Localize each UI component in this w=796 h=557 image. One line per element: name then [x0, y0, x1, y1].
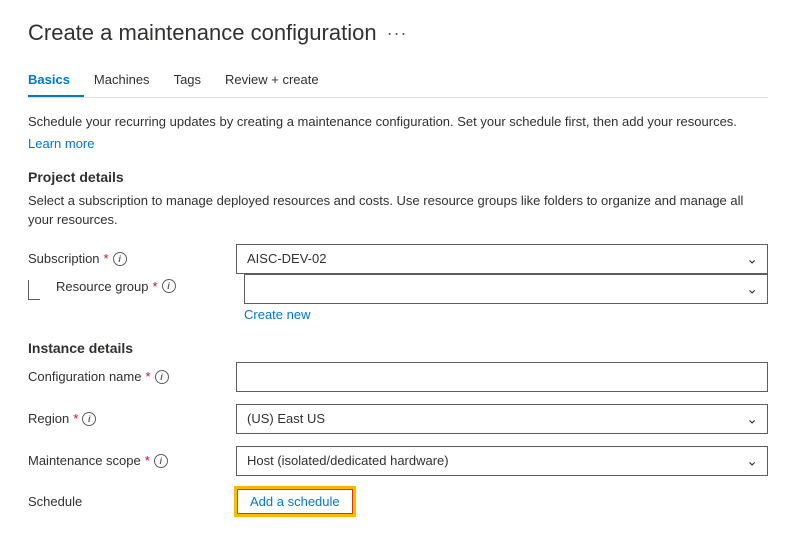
- subscription-select-wrapper: AISC-DEV-02: [236, 244, 768, 274]
- basics-description: Schedule your recurring updates by creat…: [28, 112, 768, 132]
- maintenance-scope-row: Maintenance scope * i Host (isolated/ded…: [28, 446, 768, 476]
- learn-more-link[interactable]: Learn more: [28, 136, 94, 151]
- subscription-label-col: Subscription * i: [28, 251, 228, 266]
- configuration-name-input[interactable]: [236, 362, 768, 392]
- project-details-title: Project details: [28, 169, 768, 185]
- resource-group-select-wrapper: [244, 274, 768, 304]
- schedule-label-col: Schedule: [28, 494, 228, 509]
- schedule-button-col: Add a schedule: [236, 488, 354, 515]
- ellipsis-menu-icon[interactable]: ···: [387, 23, 408, 44]
- page-title: Create a maintenance configuration: [28, 20, 377, 46]
- indent-line: [28, 280, 40, 300]
- configuration-name-control: [236, 362, 768, 392]
- configuration-name-info-icon[interactable]: i: [155, 370, 169, 384]
- subscription-required: *: [104, 251, 109, 266]
- maintenance-scope-label-col: Maintenance scope * i: [28, 453, 228, 468]
- resource-group-label: Resource group: [56, 279, 149, 294]
- maintenance-scope-required: *: [145, 453, 150, 468]
- region-label-col: Region * i: [28, 411, 228, 426]
- resource-group-indent: [28, 274, 48, 300]
- resource-group-required: *: [153, 279, 158, 294]
- resource-group-label-col: Resource group * i: [56, 274, 236, 294]
- region-control: (US) East US: [236, 404, 768, 434]
- instance-details-title: Instance details: [28, 340, 768, 356]
- create-new-link[interactable]: Create new: [244, 307, 768, 322]
- tab-bar: Basics Machines Tags Review + create: [28, 64, 768, 98]
- schedule-label: Schedule: [28, 494, 82, 509]
- configuration-name-row: Configuration name * i: [28, 362, 768, 392]
- subscription-row: Subscription * i AISC-DEV-02: [28, 244, 768, 274]
- resource-group-select[interactable]: [244, 274, 768, 304]
- subscription-label: Subscription: [28, 251, 100, 266]
- tab-review-create[interactable]: Review + create: [225, 64, 333, 97]
- project-details-description: Select a subscription to manage deployed…: [28, 191, 768, 230]
- maintenance-scope-label: Maintenance scope: [28, 453, 141, 468]
- schedule-row: Schedule Add a schedule: [28, 488, 768, 515]
- region-label: Region: [28, 411, 69, 426]
- maintenance-scope-control: Host (isolated/dedicated hardware): [236, 446, 768, 476]
- region-row: Region * i (US) East US: [28, 404, 768, 434]
- tab-machines[interactable]: Machines: [94, 64, 164, 97]
- maintenance-scope-select[interactable]: Host (isolated/dedicated hardware): [236, 446, 768, 476]
- tab-basics[interactable]: Basics: [28, 64, 84, 97]
- maintenance-scope-select-wrapper: Host (isolated/dedicated hardware): [236, 446, 768, 476]
- region-required: *: [73, 411, 78, 426]
- resource-group-info-icon[interactable]: i: [162, 279, 176, 293]
- tab-tags[interactable]: Tags: [174, 64, 215, 97]
- configuration-name-required: *: [145, 369, 150, 384]
- resource-group-row: Resource group * i Create new: [28, 274, 768, 322]
- add-schedule-button[interactable]: Add a schedule: [236, 488, 354, 515]
- maintenance-scope-info-icon[interactable]: i: [154, 454, 168, 468]
- subscription-info-icon[interactable]: i: [113, 252, 127, 266]
- region-info-icon[interactable]: i: [82, 412, 96, 426]
- resource-group-control: Create new: [244, 274, 768, 322]
- region-select[interactable]: (US) East US: [236, 404, 768, 434]
- region-select-wrapper: (US) East US: [236, 404, 768, 434]
- subscription-control: AISC-DEV-02: [236, 244, 768, 274]
- configuration-name-label: Configuration name: [28, 369, 141, 384]
- configuration-name-label-col: Configuration name * i: [28, 369, 228, 384]
- page-header: Create a maintenance configuration ···: [28, 20, 768, 46]
- subscription-select[interactable]: AISC-DEV-02: [236, 244, 768, 274]
